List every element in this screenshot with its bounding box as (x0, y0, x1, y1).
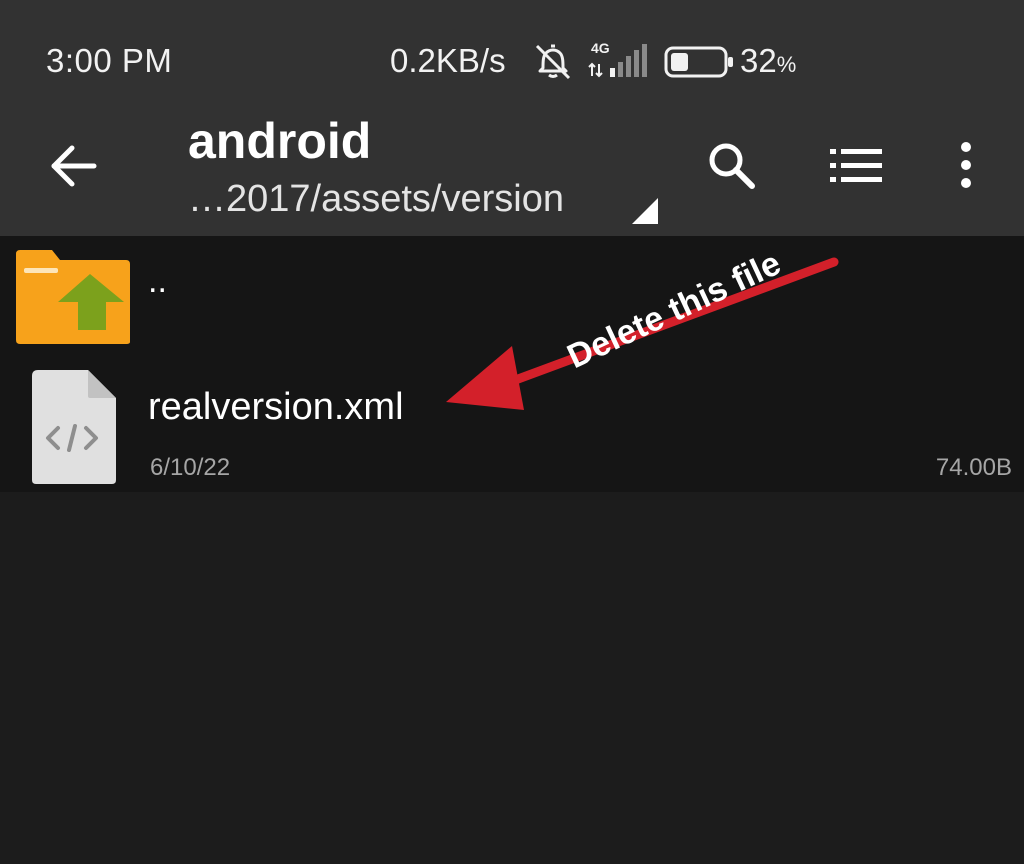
network-speed: 0.2KB/s (390, 42, 506, 79)
file-size: 74.00B (935, 454, 1012, 481)
battery-value: 32 (740, 42, 777, 79)
file-date: 6/10/22 (150, 454, 231, 481)
battery-unit: % (776, 52, 797, 77)
xml-file-icon (32, 370, 116, 484)
signal-icon (588, 44, 647, 78)
folder-title: android (188, 113, 372, 169)
battery-icon (664, 46, 733, 78)
list-view-icon[interactable] (828, 144, 884, 188)
dropdown-triangle-icon[interactable] (630, 196, 660, 226)
bell-off-icon (535, 44, 571, 80)
file-name: realversion.xml (148, 386, 404, 428)
battery-percentage: 32% (740, 42, 796, 80)
search-icon[interactable] (704, 138, 760, 194)
more-vert-icon[interactable] (950, 140, 982, 190)
back-arrow-icon[interactable] (44, 137, 102, 195)
parent-directory-label: .. (148, 262, 167, 300)
folder-path[interactable]: …2017/assets/version (188, 178, 564, 221)
folder-up-icon (16, 250, 130, 344)
status-time: 3:00 PM (46, 42, 173, 79)
